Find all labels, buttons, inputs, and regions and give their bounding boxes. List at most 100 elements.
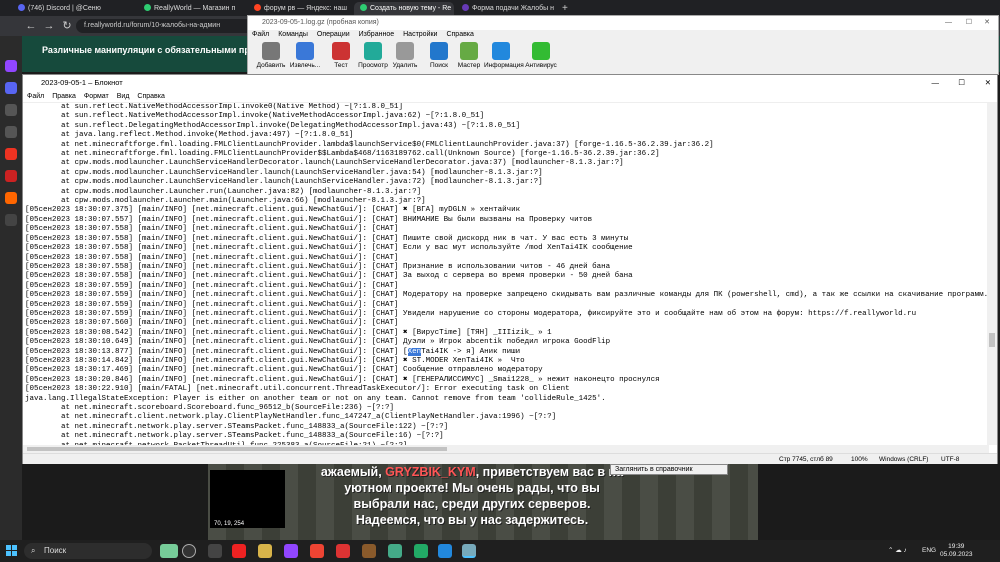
line-ending: Windows (CRLF) (879, 456, 929, 463)
text-line: java.lang.IllegalStateException: Player … (25, 394, 606, 403)
tool-button[interactable]: Информация (484, 42, 524, 69)
tool-icon (460, 42, 478, 60)
back-icon[interactable]: ← (24, 19, 38, 33)
text-line: at sun.reflect.NativeMethodAccessorImpl.… (25, 103, 404, 111)
text-line: at cpw.mods.modlauncher.LaunchServiceHan… (25, 178, 543, 187)
text-line: at net.minecraftforge.fml.loading.FMLCli… (25, 150, 660, 159)
app-icon[interactable] (414, 544, 428, 558)
start-button[interactable] (6, 545, 18, 557)
minimize-icon[interactable]: — (945, 16, 952, 30)
widget-icon[interactable] (160, 544, 178, 558)
maximize-icon[interactable]: ☐ (966, 16, 972, 30)
app-icon[interactable] (336, 544, 350, 558)
task-view-icon[interactable] (208, 544, 222, 558)
forward-icon[interactable]: → (42, 19, 56, 33)
taskbar-search[interactable]: ⌕ Поиск (24, 543, 152, 559)
site-icon (144, 4, 151, 11)
language-indicator[interactable]: ENG (922, 540, 936, 562)
tool-icon (364, 42, 382, 60)
clock[interactable]: 19:39 05.09.2023 (940, 543, 973, 559)
tab-reallyworld-shop[interactable]: ReallyWorld — Магазин п (138, 2, 244, 16)
notepad-title: 2023-09-05-1 – Блокнот — ☐ ✕ (23, 75, 997, 91)
menu-settings[interactable]: Настройки (403, 31, 437, 38)
folder-icon[interactable] (258, 544, 272, 558)
reload-icon[interactable]: ↻ (60, 19, 74, 33)
maximize-icon[interactable]: ☐ (958, 75, 965, 91)
app-icon[interactable] (5, 104, 17, 116)
twitch-icon[interactable] (5, 60, 17, 72)
vertical-scrollbar[interactable] (987, 103, 997, 445)
circle-icon[interactable] (182, 544, 196, 558)
text-line: [05сен2023 18:30:20.846] [main/INFO] [ne… (25, 375, 660, 384)
text-line: at cpw.mods.modlauncher.LaunchServiceHan… (25, 159, 624, 168)
chat-line-3: выбрали нас, среди других серверов. (353, 497, 591, 511)
app-icon[interactable] (5, 126, 17, 138)
status-bar: Стр 7745, стлб 89 100% Windows (CRLF) UT… (23, 453, 997, 464)
tab-yandex[interactable]: форум рв — Яндекс: наш (248, 2, 358, 16)
menu-view[interactable]: Вид (117, 93, 130, 100)
text-line: [05сен2023 18:30:07.558] [main/INFO] [ne… (25, 244, 633, 253)
youtube-icon[interactable] (5, 170, 17, 182)
scroll-thumb[interactable] (989, 333, 995, 347)
text-line: at net.minecraft.network.play.server.STe… (25, 432, 444, 441)
tool-button[interactable]: Мастер (452, 42, 486, 69)
taskbar: ⌕ Поиск ⌃ ☁ ♪ ENG 19:39 05.09.2023 (0, 540, 1000, 562)
app-icon[interactable] (5, 192, 17, 204)
text-editor[interactable]: at sun.reflect.NativeMethodAccessorImpl.… (23, 103, 989, 445)
menu-commands[interactable]: Команды (278, 31, 308, 38)
tab-create-topic[interactable]: Создать новую тему - Re (354, 2, 454, 16)
minimize-icon[interactable]: — (932, 75, 940, 91)
tool-icon (532, 42, 550, 60)
text-line: at net.minecraft.client.network.play.Cli… (25, 413, 557, 422)
tool-button[interactable]: Поиск (422, 42, 456, 69)
opera-icon[interactable] (232, 544, 246, 558)
notepad-icon[interactable] (462, 544, 476, 558)
tab-discord[interactable]: (746) Discord | @Сеню (12, 2, 110, 16)
search-icon: ⌕ (31, 546, 36, 555)
minecraft-icon[interactable] (362, 544, 376, 558)
text-line: [05сен2023 18:30:22.910] [main/FATAL] [n… (25, 385, 570, 394)
close-icon[interactable]: ✕ (984, 16, 990, 30)
app-icon[interactable] (5, 214, 17, 226)
new-tab-button[interactable]: + (562, 2, 568, 16)
browser-sidebar (0, 36, 22, 540)
cursor-position: Стр 7745, стлб 89 (779, 456, 833, 463)
text-line: [05сен2023 18:30:07.375] [main/INFO] [ne… (25, 206, 521, 215)
scroll-thumb[interactable] (27, 447, 447, 451)
text-line: at net.minecraft.network.play.server.STe… (25, 422, 449, 431)
menu-file[interactable]: Файл (252, 31, 269, 38)
twitch-icon[interactable] (284, 544, 298, 558)
menu-file[interactable]: Файл (27, 93, 44, 100)
menu-help[interactable]: Справка (446, 31, 473, 38)
yandex-icon[interactable] (5, 148, 17, 160)
text-line: [05сен2023 18:30:07.558] [main/INFO] [ne… (25, 225, 399, 234)
horizontal-scrollbar[interactable] (23, 445, 989, 453)
menu-operations[interactable]: Операции (317, 31, 350, 38)
discord-icon (18, 4, 25, 11)
chat-line-4: Надеемся, что вы у нас задержитесь. (355, 513, 589, 527)
photos-icon[interactable] (388, 544, 402, 558)
text-line: [05сен2023 18:30:13.877] [main/INFO] [ne… (25, 347, 521, 356)
text-line: at java.lang.reflect.Method.invoke(Metho… (25, 131, 354, 140)
tray-icons[interactable]: ⌃ ☁ ♪ (888, 540, 907, 562)
help-hint: Заглянить в справочник (610, 464, 728, 475)
menu-edit[interactable]: Правка (52, 93, 76, 100)
text-line: at cpw.mods.modlauncher.LaunchServiceHan… (25, 168, 543, 177)
discord-icon[interactable] (5, 82, 17, 94)
tool-button[interactable]: Тест (324, 42, 358, 69)
app-icon[interactable] (438, 544, 452, 558)
tool-button[interactable]: Антивирус (524, 42, 558, 69)
tab-complaint-form[interactable]: Форма подачи Жалобы н (456, 2, 560, 16)
tool-button[interactable]: Просмотр (356, 42, 390, 69)
tool-button[interactable]: Добавить (254, 42, 288, 69)
menu-help[interactable]: Справка (137, 93, 164, 100)
tool-button[interactable]: Извлечь... (288, 42, 322, 69)
chat-line-2: уютном проекте! Мы очень рады, что вы (344, 481, 600, 495)
text-line: [05сен2023 18:30:07.560] [main/INFO] [ne… (25, 319, 399, 328)
menu-favorites[interactable]: Избранное (359, 31, 394, 38)
address-bar[interactable]: f.reallyworld.ru/forum/10-жалобы-на-адми… (76, 19, 256, 33)
close-icon[interactable]: ✕ (985, 75, 991, 91)
menu-format[interactable]: Формат (84, 93, 109, 100)
tool-button[interactable]: Удалить (388, 42, 422, 69)
yandex-icon[interactable] (310, 544, 324, 558)
